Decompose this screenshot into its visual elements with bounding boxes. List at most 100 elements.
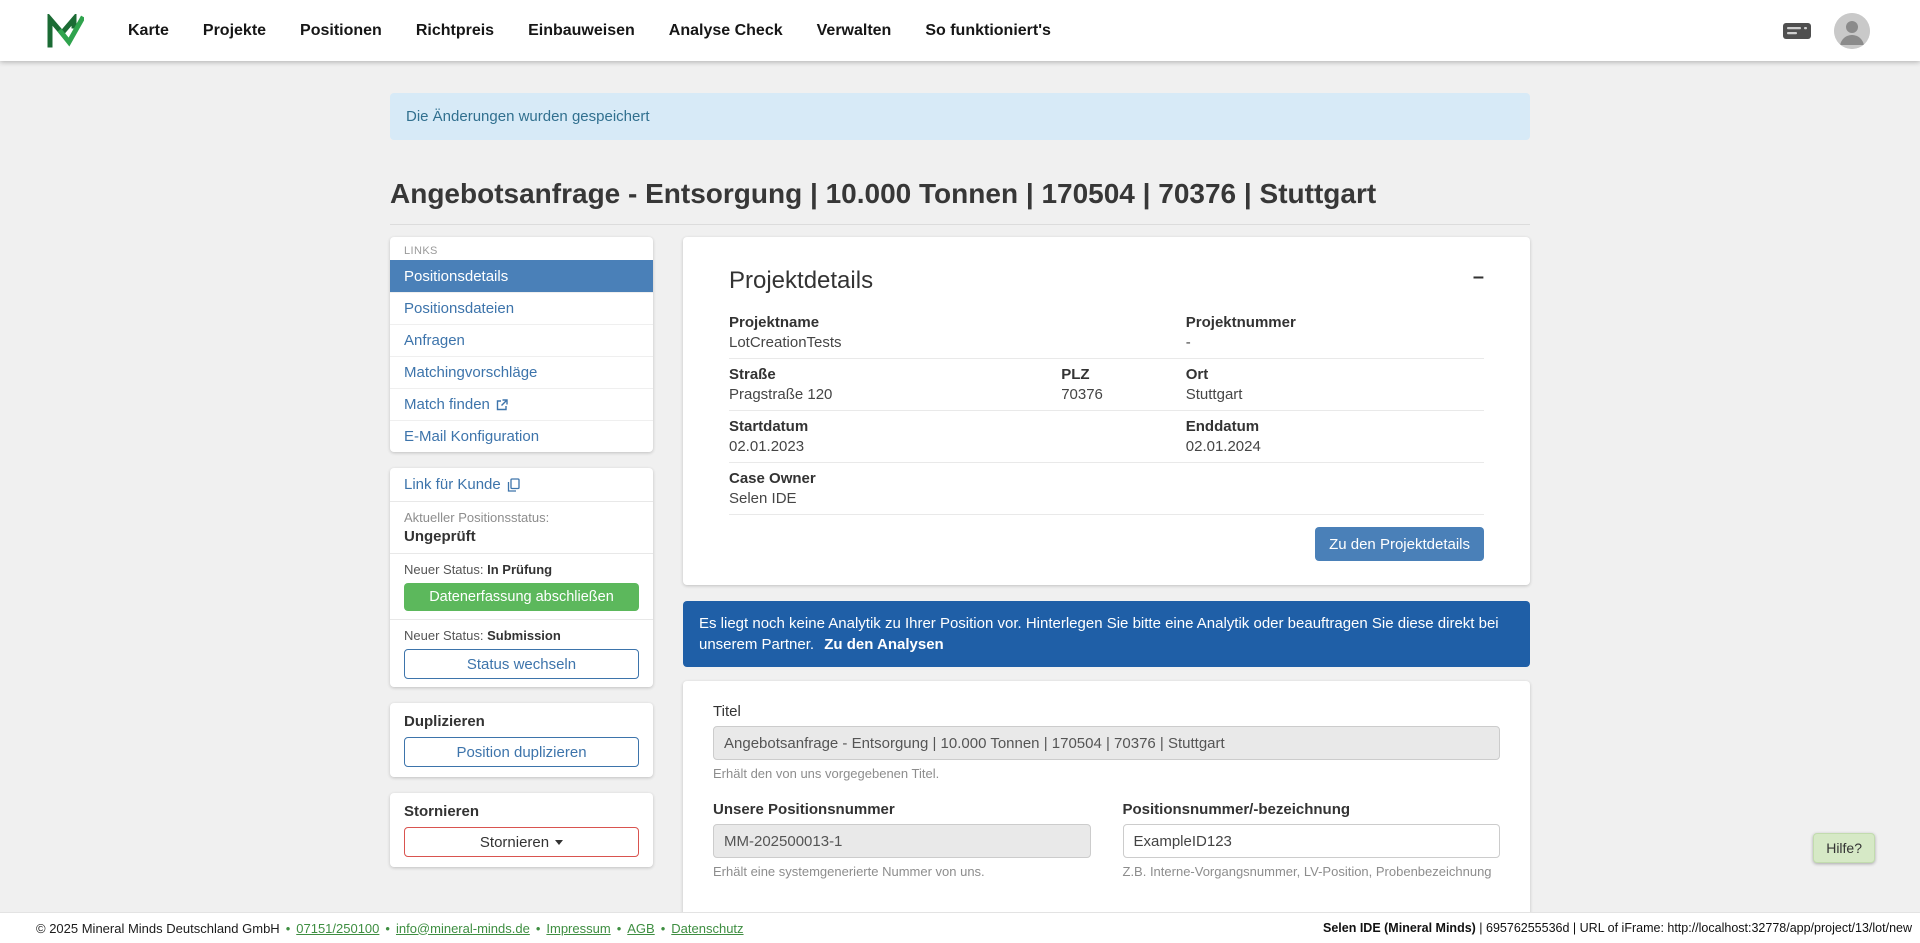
sidebar-item-label: Positionsdetails [404, 268, 508, 285]
mineral-minds-logo-icon [46, 14, 84, 48]
current-status-value: Ungeprüft [404, 528, 639, 545]
status-card: Link für Kunde Aktueller Positionsstatus… [390, 468, 653, 687]
title-help-text: Erhält den von uns vorgegebenen Titel. [713, 766, 1500, 781]
footer-separator: • [617, 921, 622, 936]
nav-item-projekte[interactable]: Projekte [203, 22, 266, 40]
page-title: Angebotsanfrage - Entsorgung | 10.000 To… [390, 178, 1530, 225]
cancel-button-label: Stornieren [480, 834, 549, 851]
user-avatar-icon [1834, 13, 1870, 49]
copy-icon [507, 478, 520, 492]
navbar-right [1782, 13, 1870, 49]
top-navbar: Karte Projekte Positionen Richtpreis Ein… [0, 0, 1920, 61]
sidebar-item-label: Positionsdateien [404, 300, 514, 317]
cancel-card: Stornieren Stornieren [390, 793, 653, 867]
project-details-grid: Projektname LotCreationTests Projektnumm… [729, 307, 1484, 515]
field-label: Straße [729, 366, 1061, 383]
footer-impressum-link[interactable]: Impressum [546, 921, 610, 936]
field-value: Selen IDE [729, 490, 1186, 507]
footer-left: © 2025 Mineral Minds Deutschland GmbH • … [36, 921, 744, 936]
field-label: Case Owner [729, 470, 1186, 487]
footer: © 2025 Mineral Minds Deutschland GmbH • … [0, 912, 1920, 943]
cancel-title: Stornieren [404, 803, 639, 820]
server-icon[interactable] [1782, 20, 1812, 42]
go-to-analyses-link[interactable]: Zu den Analysen [824, 636, 943, 653]
footer-separator: • [385, 921, 390, 936]
nav-item-einbauweisen[interactable]: Einbauweisen [528, 22, 635, 40]
footer-separator: • [661, 921, 666, 936]
current-status-label: Aktueller Positionsstatus: [404, 510, 639, 526]
field-label: Enddatum [1186, 418, 1484, 435]
complete-data-entry-button[interactable]: Datenerfassung abschließen [404, 583, 639, 611]
field-value: Pragstraße 120 [729, 386, 1061, 403]
position-number-label: Unsere Positionsnummer [713, 801, 1091, 818]
field-label: PLZ [1061, 366, 1186, 383]
duplicate-position-button[interactable]: Position duplizieren [404, 737, 639, 767]
sidebar-item-label: Anfragen [404, 332, 465, 349]
project-row-address: Straße Pragstraße 120 PLZ 70376 Ort Stut… [729, 359, 1484, 411]
project-row-dates: Startdatum 02.01.2023 Enddatum 02.01.202… [729, 411, 1484, 463]
brand-logo[interactable] [46, 14, 84, 48]
position-number-input [713, 824, 1091, 858]
footer-datenschutz-link[interactable]: Datenschutz [671, 921, 743, 936]
duplicate-card: Duplizieren Position duplizieren [390, 703, 653, 777]
sidebar: LINKS Positionsdetails Positionsdateien … [390, 237, 653, 883]
footer-session-info: Selen IDE (Mineral Minds) | 69576255536d… [1323, 921, 1912, 935]
footer-email-link[interactable]: info@mineral-minds.de [396, 921, 530, 936]
main-content: Projektdetails – Projektname LotCreation… [683, 237, 1530, 935]
position-designation-input[interactable] [1123, 824, 1501, 858]
footer-phone-link[interactable]: 07151/250100 [296, 921, 379, 936]
user-avatar[interactable] [1834, 13, 1870, 49]
sidebar-item-anfragen[interactable]: Anfragen [390, 324, 653, 356]
project-row-name: Projektname LotCreationTests Projektnumm… [729, 307, 1484, 359]
sidebar-item-label: Matchingvorschläge [404, 364, 537, 381]
footer-copyright: © 2025 Mineral Minds Deutschland GmbH [36, 921, 280, 936]
page-body: Die Änderungen wurden gespeichert Angebo… [0, 0, 1920, 935]
external-link-icon [496, 399, 508, 411]
footer-user: Selen IDE (Mineral Minds) [1323, 921, 1476, 935]
next-status-1: Neuer Status: In Prüfung [404, 562, 639, 578]
title-field-label: Titel [713, 703, 1500, 720]
sidebar-item-positionsdateien[interactable]: Positionsdateien [390, 292, 653, 324]
title-input [713, 726, 1500, 760]
sidebar-item-label: Match finden [404, 396, 490, 413]
next-status-2: Neuer Status: Submission [404, 628, 639, 644]
nav-item-richtpreis[interactable]: Richtpreis [416, 22, 494, 40]
nav-item-karte[interactable]: Karte [128, 22, 169, 40]
position-number-help-text: Erhält eine systemgenerierte Nummer von … [713, 864, 1091, 879]
analytics-banner: Es liegt noch keine Analytik zu Ihrer Po… [683, 601, 1530, 667]
project-details-card: Projektdetails – Projektname LotCreation… [683, 237, 1530, 585]
nav-item-so-funktionierts[interactable]: So funktioniert's [925, 22, 1051, 40]
collapse-minus-icon[interactable]: – [1473, 267, 1484, 287]
sidebar-item-positionsdetails[interactable]: Positionsdetails [390, 260, 653, 292]
nav-item-positionen[interactable]: Positionen [300, 22, 382, 40]
field-value: 02.01.2023 [729, 438, 1186, 455]
position-designation-label: Positionsnummer/-bezeichnung [1123, 801, 1501, 818]
footer-separator: • [286, 921, 291, 936]
customer-link-label: Link für Kunde [404, 476, 501, 493]
nav-item-verwalten[interactable]: Verwalten [817, 22, 892, 40]
sidebar-item-email-konfiguration[interactable]: E-Mail Konfiguration [390, 420, 653, 452]
nav-menu: Karte Projekte Positionen Richtpreis Ein… [128, 22, 1782, 40]
links-header: LINKS [390, 237, 653, 260]
cancel-dropdown-button[interactable]: Stornieren [404, 827, 639, 857]
position-designation-help-text: Z.B. Interne-Vorgangsnummer, LV-Position… [1123, 864, 1501, 879]
footer-agb-link[interactable]: AGB [627, 921, 654, 936]
help-button[interactable]: Hilfe? [1813, 833, 1875, 863]
field-label: Projektname [729, 314, 1186, 331]
caret-down-icon [555, 840, 563, 845]
field-label: Startdatum [729, 418, 1186, 435]
saved-alert-text: Die Änderungen wurden gespeichert [406, 108, 650, 125]
customer-link[interactable]: Link für Kunde [404, 476, 520, 493]
links-card: LINKS Positionsdetails Positionsdateien … [390, 237, 653, 452]
switch-status-button[interactable]: Status wechseln [404, 649, 639, 679]
sidebar-item-match-finden[interactable]: Match finden [390, 388, 653, 420]
project-row-owner: Case Owner Selen IDE [729, 463, 1484, 515]
field-value: - [1186, 334, 1484, 351]
sidebar-item-matchingvorschlaege[interactable]: Matchingvorschläge [390, 356, 653, 388]
nav-item-analyse-check[interactable]: Analyse Check [669, 22, 783, 40]
sidebar-item-label: E-Mail Konfiguration [404, 428, 539, 445]
field-value: 02.01.2024 [1186, 438, 1484, 455]
field-value: 70376 [1061, 386, 1186, 403]
go-to-project-details-button[interactable]: Zu den Projektdetails [1315, 527, 1484, 561]
saved-alert: Die Änderungen wurden gespeichert [390, 93, 1530, 140]
